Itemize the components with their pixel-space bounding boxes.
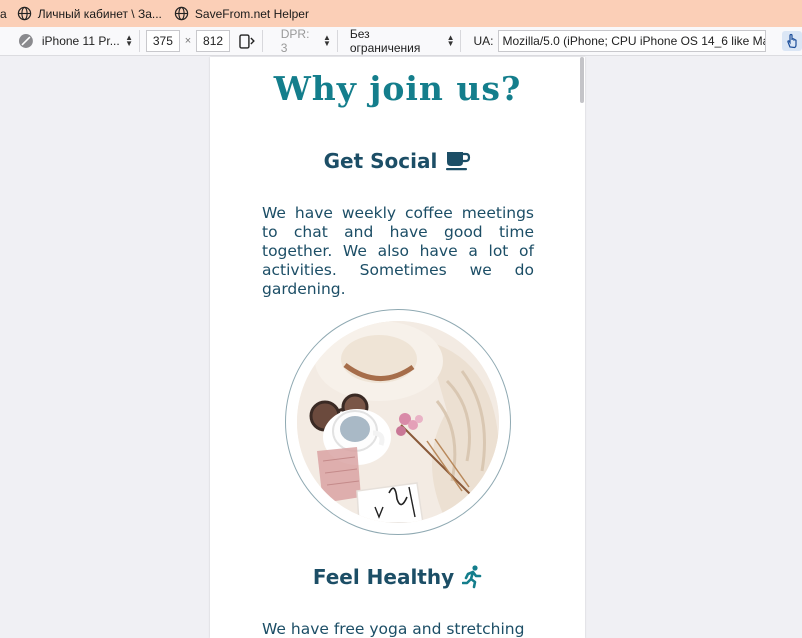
user-agent-input[interactable]: Mozilla/5.0 (iPhone; CPU iPhone OS 14_6 … [498,30,767,52]
divider [336,30,338,52]
divider [261,30,263,52]
coffee-cup-icon [446,152,471,171]
select-arrows-icon: ▲ ▼ [125,33,134,48]
device-icon[interactable] [18,33,34,49]
dpr-value: DPR: 3 [280,27,310,55]
select-arrows-icon: ▲ ▼ [446,33,455,48]
section-heading-text: Get Social [323,149,438,173]
throttling-value: Без ограничения [349,27,421,55]
section-text-healthy: We have free yoga and stretching [262,620,525,638]
times-sign: × [184,35,192,47]
hand-pointer-icon [787,33,797,49]
bookmark-savefrom[interactable]: SaveFrom.net Helper [168,0,315,27]
rotate-device-icon[interactable] [238,32,256,50]
viewport-height-input[interactable]: 812 [196,30,230,52]
viewport-scrollbar[interactable] [580,57,584,103]
page-title: Why join us? [273,69,522,108]
device-toolbar: iPhone 11 Pr... ▲ ▼ 375 × 812 DPR: 3 ▲ ▼ Б… [0,27,802,56]
bookmark-personal-cabinet[interactable]: Личный кабинет \ За... [11,0,168,27]
bookmarks-bar: а Личный кабинет \ За... SaveFrom.net He… [0,0,802,27]
throttling-select[interactable]: Без ограничения ▲ ▼ [350,27,455,55]
select-arrows-icon: ▲ ▼ [322,33,331,48]
coffee-flatlay-image [297,321,499,523]
section-heading-healthy: Feel Healthy [210,565,585,589]
touch-simulation-button[interactable] [782,31,802,51]
running-person-icon [462,565,482,589]
section-heading-social: Get Social [210,149,585,173]
device-select[interactable]: iPhone 11 Pr... ▲ ▼ [41,33,134,49]
device-name: iPhone 11 Pr... [41,34,120,48]
viewport-width-input[interactable]: 375 [146,30,180,52]
bookmark-label: SaveFrom.net Helper [194,6,309,21]
globe-icon [17,6,31,21]
bookmark-fragment[interactable]: а [0,0,11,27]
ua-label: UA: [473,34,494,48]
divider [139,30,141,52]
section-heading-text: Feel Healthy [312,565,455,589]
social-photo [297,321,499,523]
dpr-select[interactable]: DPR: 3 ▲ ▼ [281,27,331,55]
page-viewport: Why join us? Get Social We have weekly c… [210,57,585,638]
bookmark-label: Личный кабинет \ За... [37,6,162,21]
social-photo-frame [285,309,511,535]
globe-icon [174,6,189,21]
section-text-social: We have weekly coffee meetings to chat a… [262,204,534,298]
divider [460,30,462,52]
